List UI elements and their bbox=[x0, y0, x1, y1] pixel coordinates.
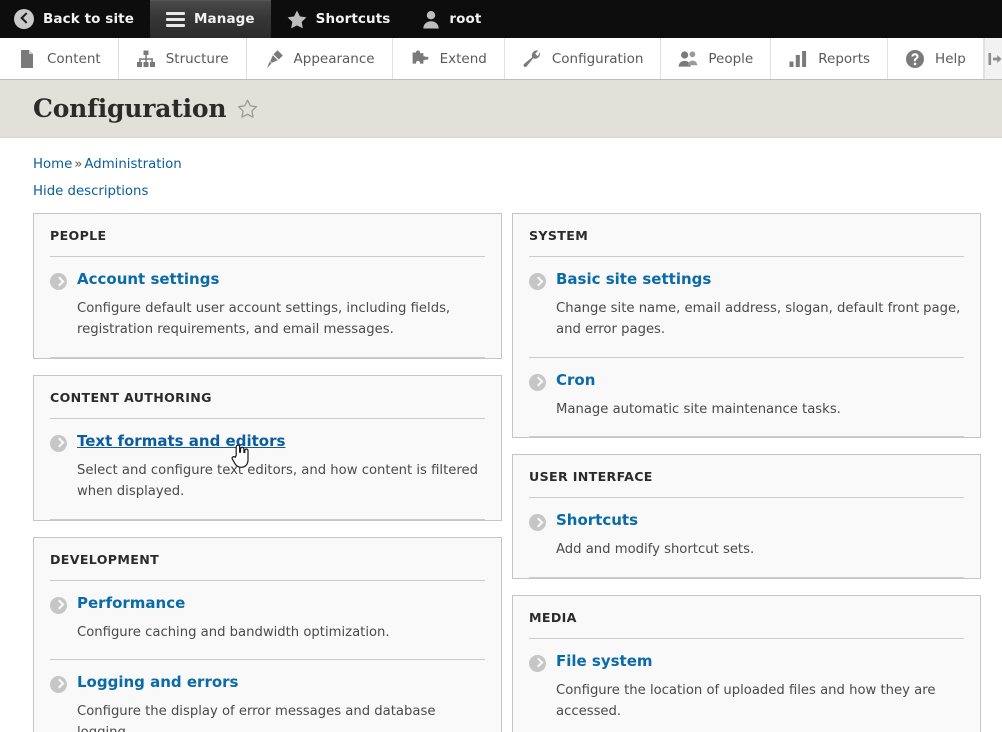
menu-item-content[interactable]: Content bbox=[0, 38, 119, 79]
people-icon bbox=[678, 49, 698, 69]
menu-item-configuration[interactable]: Configuration bbox=[505, 38, 662, 79]
menu-item-extend[interactable]: Extend bbox=[393, 38, 505, 79]
star-icon bbox=[287, 10, 307, 29]
config-column-right: SYSTEM Basic site settings Change site n… bbox=[512, 213, 981, 732]
config-description: Change site name, email address, slogan,… bbox=[556, 301, 961, 338]
collapse-toolbar-button[interactable] bbox=[984, 38, 1002, 79]
config-link-cron[interactable]: Cron bbox=[556, 371, 595, 389]
menu-item-label: Help bbox=[935, 50, 966, 67]
menu-item-label: Extend bbox=[439, 50, 487, 67]
collapse-toolbar-icon bbox=[985, 49, 1002, 69]
chevron-right-bullet-icon bbox=[50, 273, 67, 290]
menu-item-label: Content bbox=[47, 50, 101, 67]
config-link-text-formats-and-editors[interactable]: Text formats and editors bbox=[77, 432, 285, 450]
question-mark-icon bbox=[905, 49, 925, 69]
config-panel-system: SYSTEM Basic site settings Change site n… bbox=[512, 213, 981, 439]
menu-item-label: Appearance bbox=[293, 50, 375, 67]
hamburger-icon bbox=[165, 11, 185, 27]
paintbrush-icon bbox=[264, 49, 284, 69]
toolbar-item-manage[interactable]: Manage bbox=[149, 0, 271, 38]
admin-menu-tray: Content Structure Appearance Extend Conf… bbox=[0, 38, 1002, 80]
toolbar-item-label: Shortcuts bbox=[315, 11, 391, 27]
config-panel-development: DEVELOPMENT Performance Configure cachin… bbox=[33, 536, 502, 732]
chevron-right-bullet-icon bbox=[529, 373, 546, 391]
toolbar-item-label: Manage bbox=[193, 11, 255, 27]
config-link-logging-and-errors[interactable]: Logging and errors bbox=[77, 673, 238, 691]
panel-title: SYSTEM bbox=[529, 214, 964, 257]
panel-title: MEDIA bbox=[529, 596, 964, 639]
config-link-account-settings[interactable]: Account settings bbox=[77, 270, 219, 288]
bar-chart-icon bbox=[788, 49, 808, 69]
admin-toolbar: Back to site Manage Shortcuts root bbox=[0, 0, 1002, 38]
user-icon bbox=[422, 10, 440, 29]
document-icon bbox=[17, 49, 37, 69]
puzzle-piece-icon bbox=[410, 49, 430, 69]
menu-item-label: Structure bbox=[165, 50, 229, 67]
menu-item-structure[interactable]: Structure bbox=[119, 38, 247, 79]
wrench-icon bbox=[522, 49, 542, 69]
config-entry-basic-site-settings: Basic site settings Change site name, em… bbox=[529, 257, 964, 358]
page-content: Home» Administration Hide descriptions PE… bbox=[0, 138, 1002, 732]
toolbar-item-label: root bbox=[449, 11, 482, 27]
config-description: Select and configure text editors, and h… bbox=[77, 462, 478, 500]
toolbar-item-user[interactable]: root bbox=[406, 0, 497, 38]
menu-item-appearance[interactable]: Appearance bbox=[247, 38, 393, 79]
config-link-file-system[interactable]: File system bbox=[556, 652, 653, 670]
config-entry-performance: Performance Configure caching and bandwi… bbox=[50, 581, 485, 660]
menu-item-people[interactable]: People bbox=[661, 38, 772, 79]
config-description: Configure caching and bandwidth optimiza… bbox=[77, 624, 390, 640]
panel-title: PEOPLE bbox=[50, 214, 485, 257]
toolbar-item-label: Back to site bbox=[43, 11, 134, 27]
config-panel-media: MEDIA File system Configure the location… bbox=[512, 594, 981, 732]
sitemap-icon bbox=[136, 49, 156, 69]
menu-item-label: People bbox=[708, 50, 754, 67]
hide-descriptions-link[interactable]: Hide descriptions bbox=[33, 184, 148, 199]
config-entry-file-system: File system Configure the location of up… bbox=[529, 639, 964, 732]
back-arrow-icon bbox=[14, 9, 34, 29]
breadcrumb-link-administration[interactable]: Administration bbox=[84, 157, 181, 172]
chevron-right-bullet-icon bbox=[529, 273, 546, 290]
config-entry-shortcuts: Shortcuts Add and modify shortcut sets. bbox=[529, 498, 964, 578]
page-title-band: Configuration bbox=[0, 80, 1002, 138]
toolbar-item-shortcuts[interactable]: Shortcuts bbox=[271, 0, 407, 38]
config-columns: PEOPLE Account settings Configure defaul… bbox=[33, 213, 981, 732]
menu-item-label: Reports bbox=[818, 50, 871, 67]
config-link-performance[interactable]: Performance bbox=[77, 594, 185, 612]
chevron-right-bullet-icon bbox=[529, 654, 546, 672]
config-entry-account-settings: Account settings Configure default user … bbox=[50, 257, 485, 358]
chevron-right-bullet-icon bbox=[529, 514, 546, 532]
chevron-right-bullet-icon bbox=[50, 434, 67, 452]
toolbar-item-back-to-site[interactable]: Back to site bbox=[0, 0, 150, 38]
config-entry-text-formats-and-editors: Text formats and editors Select and conf… bbox=[50, 419, 485, 520]
breadcrumb-separator: » bbox=[74, 157, 83, 172]
breadcrumb-link-home[interactable]: Home bbox=[33, 157, 72, 172]
panel-title: CONTENT AUTHORING bbox=[50, 376, 485, 419]
config-description: Manage automatic site maintenance tasks. bbox=[556, 401, 841, 417]
config-description: Configure the display of error messages … bbox=[77, 703, 436, 732]
star-outline-icon[interactable] bbox=[237, 99, 258, 119]
config-description: Add and modify shortcut sets. bbox=[556, 542, 755, 558]
menu-item-help[interactable]: Help bbox=[888, 38, 984, 79]
config-panel-people: PEOPLE Account settings Configure defaul… bbox=[33, 213, 502, 359]
breadcrumb: Home» Administration bbox=[33, 138, 969, 172]
config-description: Configure default user account settings,… bbox=[77, 301, 451, 338]
config-entry-cron: Cron Manage automatic site maintenance t… bbox=[529, 358, 964, 438]
menu-item-reports[interactable]: Reports bbox=[771, 38, 889, 79]
chevron-right-bullet-icon bbox=[50, 596, 67, 614]
config-link-shortcuts[interactable]: Shortcuts bbox=[556, 511, 638, 529]
panel-title: USER INTERFACE bbox=[529, 455, 964, 499]
config-description: Configure the location of uploaded files… bbox=[556, 682, 936, 719]
page-title: Configuration bbox=[33, 94, 227, 123]
config-link-basic-site-settings[interactable]: Basic site settings bbox=[556, 270, 711, 288]
menu-item-label: Configuration bbox=[551, 50, 644, 67]
config-panel-user-interface: USER INTERFACE Shortcuts Add and modify … bbox=[512, 454, 981, 579]
chevron-right-bullet-icon bbox=[50, 675, 67, 693]
panel-title: DEVELOPMENT bbox=[50, 538, 485, 581]
config-entry-logging-and-errors: Logging and errors Configure the display… bbox=[50, 660, 485, 732]
config-panel-content-authoring: CONTENT AUTHORING Text formats and edito… bbox=[33, 374, 502, 521]
config-column-left: PEOPLE Account settings Configure defaul… bbox=[33, 213, 502, 732]
